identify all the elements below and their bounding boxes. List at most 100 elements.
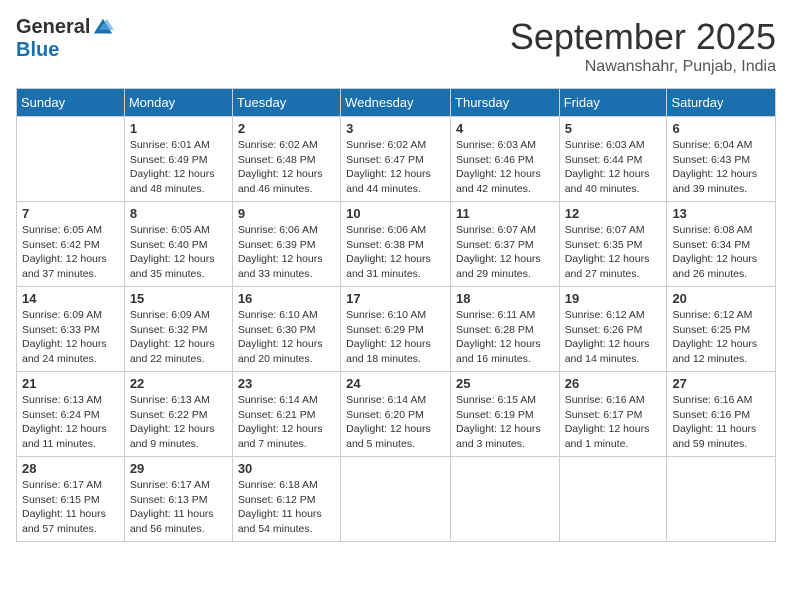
calendar-cell <box>451 457 560 542</box>
week-row-2: 14Sunrise: 6:09 AMSunset: 6:33 PMDayligh… <box>17 287 776 372</box>
header-saturday: Saturday <box>667 89 776 117</box>
day-number: 2 <box>238 121 335 136</box>
day-info: Sunrise: 6:03 AMSunset: 6:44 PMDaylight:… <box>565 138 662 197</box>
calendar-cell: 21Sunrise: 6:13 AMSunset: 6:24 PMDayligh… <box>17 372 125 457</box>
calendar-cell: 20 Sunrise: 6:12 AMSunset: 6:25 PMDayligh… <box>667 287 776 372</box>
logo-general-text: General <box>16 16 90 39</box>
logo-blue-text: Blue <box>16 39 59 62</box>
calendar-cell: 11 Sunrise: 6:07 AMSunset: 6:37 PMDayligh… <box>451 202 560 287</box>
title-area: September 2025 Nawanshahr, Punjab, India <box>510 16 776 76</box>
day-number: 23 <box>238 376 335 391</box>
day-info: Sunrise: 6:04 AMSunset: 6:43 PMDaylight:… <box>672 138 770 197</box>
calendar-cell: 24Sunrise: 6:14 AMSunset: 6:20 PMDayligh… <box>341 372 451 457</box>
calendar-cell: 2 Sunrise: 6:02 AMSunset: 6:48 PMDaylight… <box>232 117 340 202</box>
calendar-cell: 13Sunrise: 6:08 AMSunset: 6:34 PMDayligh… <box>667 202 776 287</box>
calendar-cell: 5 Sunrise: 6:03 AMSunset: 6:44 PMDaylight… <box>559 117 667 202</box>
day-number: 12 <box>565 206 662 221</box>
logo-icon <box>92 17 114 39</box>
day-info: Sunrise: 6:03 AMSunset: 6:46 PMDaylight:… <box>456 138 554 197</box>
calendar-cell <box>341 457 451 542</box>
calendar-cell: 12 Sunrise: 6:07 AMSunset: 6:35 PMDayligh… <box>559 202 667 287</box>
calendar-cell: 9Sunrise: 6:06 AMSunset: 6:39 PMDaylight… <box>232 202 340 287</box>
week-row-0: 1 Sunrise: 6:01 AMSunset: 6:49 PMDaylight… <box>17 117 776 202</box>
day-info: Sunrise: 6:16 AMSunset: 6:17 PMDaylight:… <box>565 393 662 452</box>
day-number: 27 <box>672 376 770 391</box>
day-info: Sunrise: 6:12 AMSunset: 6:26 PMDaylight:… <box>565 308 662 367</box>
header-thursday: Thursday <box>451 89 560 117</box>
calendar-cell: 23 Sunrise: 6:14 AMSunset: 6:21 PMDayligh… <box>232 372 340 457</box>
day-info: Sunrise: 6:13 AMSunset: 6:22 PMDaylight:… <box>130 393 227 452</box>
day-number: 28 <box>22 461 119 476</box>
logo: General Blue <box>16 16 114 62</box>
calendar-cell: 19 Sunrise: 6:12 AMSunset: 6:26 PMDayligh… <box>559 287 667 372</box>
day-info: Sunrise: 6:10 AMSunset: 6:29 PMDaylight:… <box>346 308 445 367</box>
header-friday: Friday <box>559 89 667 117</box>
day-info: Sunrise: 6:06 AMSunset: 6:38 PMDaylight:… <box>346 223 445 282</box>
header-monday: Monday <box>124 89 232 117</box>
calendar-cell: 6 Sunrise: 6:04 AMSunset: 6:43 PMDaylight… <box>667 117 776 202</box>
day-number: 3 <box>346 121 445 136</box>
day-number: 15 <box>130 291 227 306</box>
header-sunday: Sunday <box>17 89 125 117</box>
location-title: Nawanshahr, Punjab, India <box>510 58 776 76</box>
day-info: Sunrise: 6:11 AMSunset: 6:28 PMDaylight:… <box>456 308 554 367</box>
day-info: Sunrise: 6:12 AMSunset: 6:25 PMDaylight:… <box>672 308 770 367</box>
calendar-cell: 14Sunrise: 6:09 AMSunset: 6:33 PMDayligh… <box>17 287 125 372</box>
month-title: September 2025 <box>510 16 776 58</box>
calendar-cell: 15 Sunrise: 6:09 AMSunset: 6:32 PMDayligh… <box>124 287 232 372</box>
week-row-4: 28 Sunrise: 6:17 AMSunset: 6:15 PMDayligh… <box>17 457 776 542</box>
day-info: Sunrise: 6:09 AMSunset: 6:32 PMDaylight:… <box>130 308 227 367</box>
calendar-table: SundayMondayTuesdayWednesdayThursdayFrid… <box>16 88 776 542</box>
day-number: 24 <box>346 376 445 391</box>
day-info: Sunrise: 6:13 AMSunset: 6:24 PMDaylight:… <box>22 393 119 452</box>
day-info: Sunrise: 6:02 AMSunset: 6:48 PMDaylight:… <box>238 138 335 197</box>
day-number: 6 <box>672 121 770 136</box>
day-number: 10 <box>346 206 445 221</box>
day-number: 9 <box>238 206 335 221</box>
day-number: 19 <box>565 291 662 306</box>
day-info: Sunrise: 6:18 AMSunset: 6:12 PMDaylight:… <box>238 478 335 537</box>
day-info: Sunrise: 6:17 AMSunset: 6:13 PMDaylight:… <box>130 478 227 537</box>
calendar-cell: 4Sunrise: 6:03 AMSunset: 6:46 PMDaylight… <box>451 117 560 202</box>
day-info: Sunrise: 6:01 AMSunset: 6:49 PMDaylight:… <box>130 138 227 197</box>
day-number: 8 <box>130 206 227 221</box>
calendar-cell: 3 Sunrise: 6:02 AMSunset: 6:47 PMDaylight… <box>341 117 451 202</box>
calendar-cell: 17 Sunrise: 6:10 AMSunset: 6:29 PMDayligh… <box>341 287 451 372</box>
header: General Blue September 2025 Nawanshahr, … <box>16 16 776 76</box>
calendar-cell: 29 Sunrise: 6:17 AMSunset: 6:13 PMDayligh… <box>124 457 232 542</box>
day-info: Sunrise: 6:10 AMSunset: 6:30 PMDaylight:… <box>238 308 335 367</box>
day-info: Sunrise: 6:15 AMSunset: 6:19 PMDaylight:… <box>456 393 554 452</box>
day-number: 22 <box>130 376 227 391</box>
day-number: 16 <box>238 291 335 306</box>
day-info: Sunrise: 6:07 AMSunset: 6:35 PMDaylight:… <box>565 223 662 282</box>
day-number: 17 <box>346 291 445 306</box>
calendar-cell: 1 Sunrise: 6:01 AMSunset: 6:49 PMDaylight… <box>124 117 232 202</box>
day-number: 18 <box>456 291 554 306</box>
day-number: 7 <box>22 206 119 221</box>
day-number: 1 <box>130 121 227 136</box>
day-info: Sunrise: 6:07 AMSunset: 6:37 PMDaylight:… <box>456 223 554 282</box>
day-info: Sunrise: 6:02 AMSunset: 6:47 PMDaylight:… <box>346 138 445 197</box>
calendar-cell: 28 Sunrise: 6:17 AMSunset: 6:15 PMDayligh… <box>17 457 125 542</box>
day-number: 11 <box>456 206 554 221</box>
day-info: Sunrise: 6:17 AMSunset: 6:15 PMDaylight:… <box>22 478 119 537</box>
calendar-cell: 8 Sunrise: 6:05 AMSunset: 6:40 PMDaylight… <box>124 202 232 287</box>
day-info: Sunrise: 6:14 AMSunset: 6:21 PMDaylight:… <box>238 393 335 452</box>
week-row-1: 7 Sunrise: 6:05 AMSunset: 6:42 PMDaylight… <box>17 202 776 287</box>
calendar-cell: 25 Sunrise: 6:15 AMSunset: 6:19 PMDayligh… <box>451 372 560 457</box>
calendar-cell: 22 Sunrise: 6:13 AMSunset: 6:22 PMDayligh… <box>124 372 232 457</box>
header-tuesday: Tuesday <box>232 89 340 117</box>
calendar-cell: 30Sunrise: 6:18 AMSunset: 6:12 PMDayligh… <box>232 457 340 542</box>
day-number: 29 <box>130 461 227 476</box>
calendar-cell: 10 Sunrise: 6:06 AMSunset: 6:38 PMDayligh… <box>341 202 451 287</box>
calendar-cell <box>559 457 667 542</box>
calendar-cell <box>667 457 776 542</box>
day-number: 20 <box>672 291 770 306</box>
day-info: Sunrise: 6:05 AMSunset: 6:42 PMDaylight:… <box>22 223 119 282</box>
day-info: Sunrise: 6:05 AMSunset: 6:40 PMDaylight:… <box>130 223 227 282</box>
day-number: 25 <box>456 376 554 391</box>
day-number: 5 <box>565 121 662 136</box>
day-number: 14 <box>22 291 119 306</box>
day-info: Sunrise: 6:16 AMSunset: 6:16 PMDaylight:… <box>672 393 770 452</box>
day-info: Sunrise: 6:08 AMSunset: 6:34 PMDaylight:… <box>672 223 770 282</box>
